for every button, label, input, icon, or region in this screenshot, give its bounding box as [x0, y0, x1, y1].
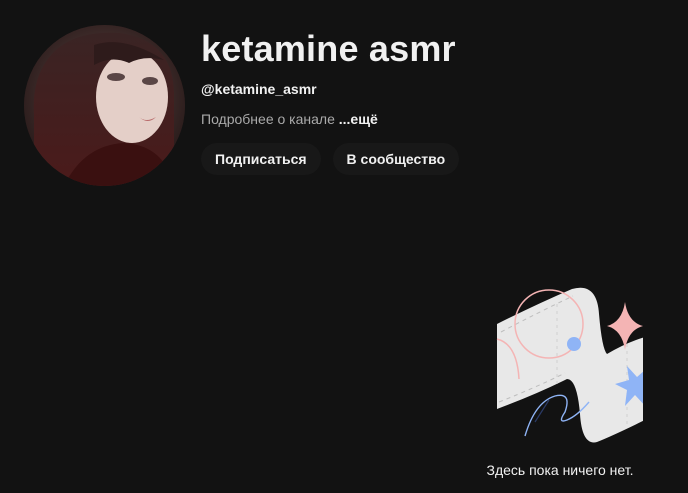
avatar-image: [24, 25, 185, 186]
channel-avatar[interactable]: [24, 25, 185, 186]
channel-handle: @ketamine_asmr: [201, 81, 317, 97]
channel-info: ketamine asmr @ketamine_asmr Подробнее о…: [201, 25, 671, 175]
channel-description-link[interactable]: Подробнее о канале ...ещё: [201, 109, 671, 129]
empty-state: Здесь пока ничего нет.: [460, 284, 660, 480]
community-button[interactable]: В сообщество: [332, 143, 460, 175]
channel-actions: Подписаться В сообщество: [201, 143, 671, 175]
description-prefix: Подробнее о канале: [201, 111, 339, 127]
channel-page: ketamine asmr @ketamine_asmr Подробнее о…: [0, 0, 688, 493]
channel-title: ketamine asmr: [201, 28, 456, 69]
empty-state-illustration: [496, 287, 643, 443]
description-more-link[interactable]: ...ещё: [339, 111, 378, 127]
empty-state-message: Здесь пока ничего нет.: [486, 462, 634, 478]
subscribe-button[interactable]: Подписаться: [201, 143, 321, 175]
